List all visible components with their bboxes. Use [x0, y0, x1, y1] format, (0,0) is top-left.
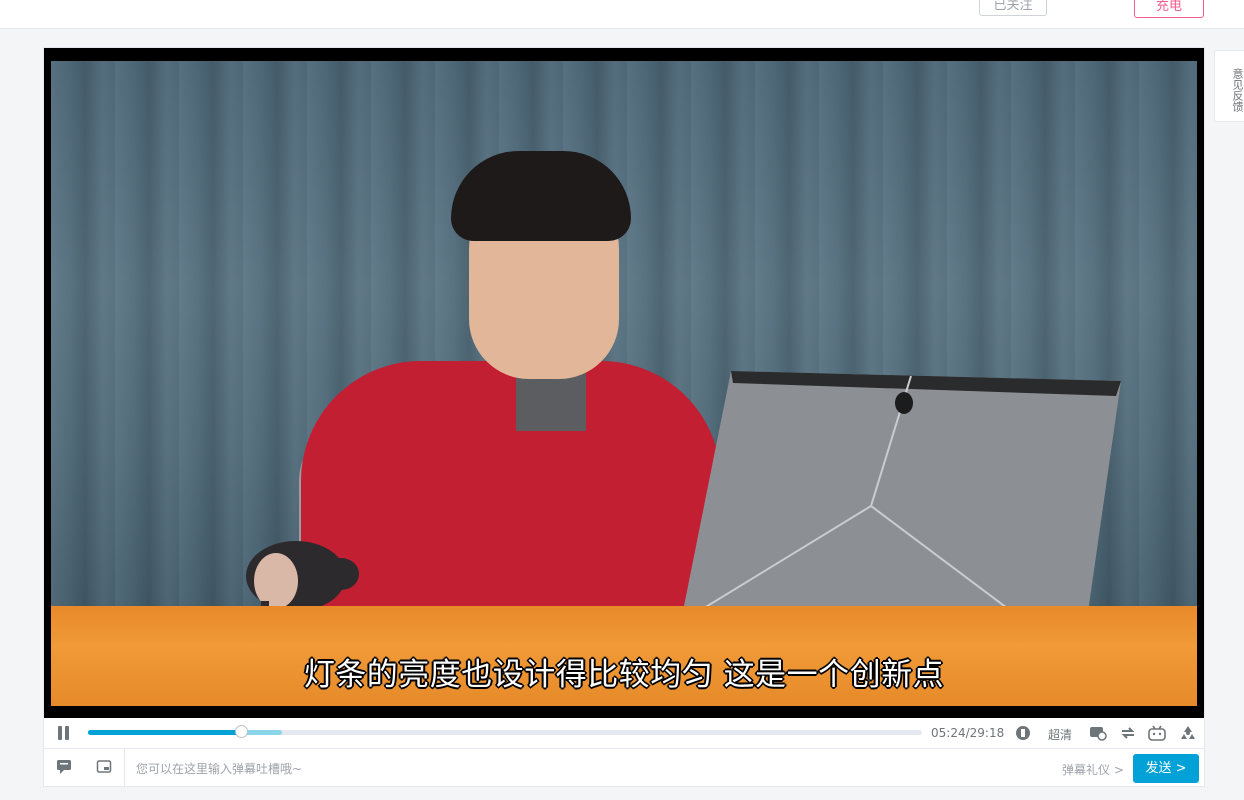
presenter-jacket [301, 361, 721, 621]
feedback-char: 见 [1231, 79, 1244, 90]
quality-selector[interactable]: 超清 [1048, 726, 1072, 743]
volume-icon[interactable] [1014, 725, 1032, 741]
send-button[interactable]: 发送 > [1133, 754, 1199, 783]
radiation-icon[interactable] [1179, 725, 1197, 741]
progress-thumb[interactable] [235, 725, 249, 738]
pause-icon [58, 726, 62, 740]
progress-played [88, 730, 243, 735]
danmaku-etiquette-link[interactable]: 弹幕礼仪 > [1062, 761, 1124, 778]
pause-button[interactable] [56, 725, 72, 741]
video-player: 灯条的亮度也设计得比较均匀 这是一个创新点 05:24/29:18 超清 您可以… [44, 48, 1204, 787]
loop-icon[interactable] [1119, 725, 1137, 741]
feedback-tab[interactable]: 意见反馈 [1214, 50, 1244, 122]
followed-button[interactable]: 已关注 [979, 0, 1047, 16]
video-area[interactable]: 灯条的亮度也设计得比较均匀 这是一个创新点 [44, 48, 1204, 718]
danmaku-list-icon[interactable] [96, 759, 112, 775]
progress-bar[interactable] [88, 725, 922, 738]
top-header: 已关注 充电 [0, 0, 1244, 29]
video-subtitle: 灯条的亮度也设计得比较均匀 这是一个创新点 [303, 657, 945, 693]
feedback-char: 意 [1231, 68, 1244, 79]
time-total: 29:18 [969, 726, 1005, 740]
presenter-hair [451, 151, 631, 241]
time-display: 05:24/29:18 [931, 726, 1004, 740]
pause-icon [65, 726, 69, 740]
sendbar-divider [124, 749, 125, 787]
feedback-char: 馈 [1231, 101, 1244, 112]
danmaku-send-bar: 弹幕礼仪 > 发送 > [44, 748, 1204, 787]
time-current: 05:24 [931, 726, 966, 740]
danmaku-toggle-icon[interactable] [1089, 725, 1107, 741]
charge-button[interactable]: 充电 [1134, 0, 1204, 18]
danmaku-input[interactable] [134, 755, 1038, 783]
video-frame[interactable]: 灯条的亮度也设计得比较均匀 这是一个创新点 [51, 61, 1197, 706]
feedback-char: 反 [1231, 90, 1244, 101]
control-bar: 05:24/29:18 超清 [44, 718, 1204, 748]
danmaku-style-icon[interactable] [56, 759, 72, 775]
bilibili-tv-icon[interactable] [1148, 725, 1166, 741]
